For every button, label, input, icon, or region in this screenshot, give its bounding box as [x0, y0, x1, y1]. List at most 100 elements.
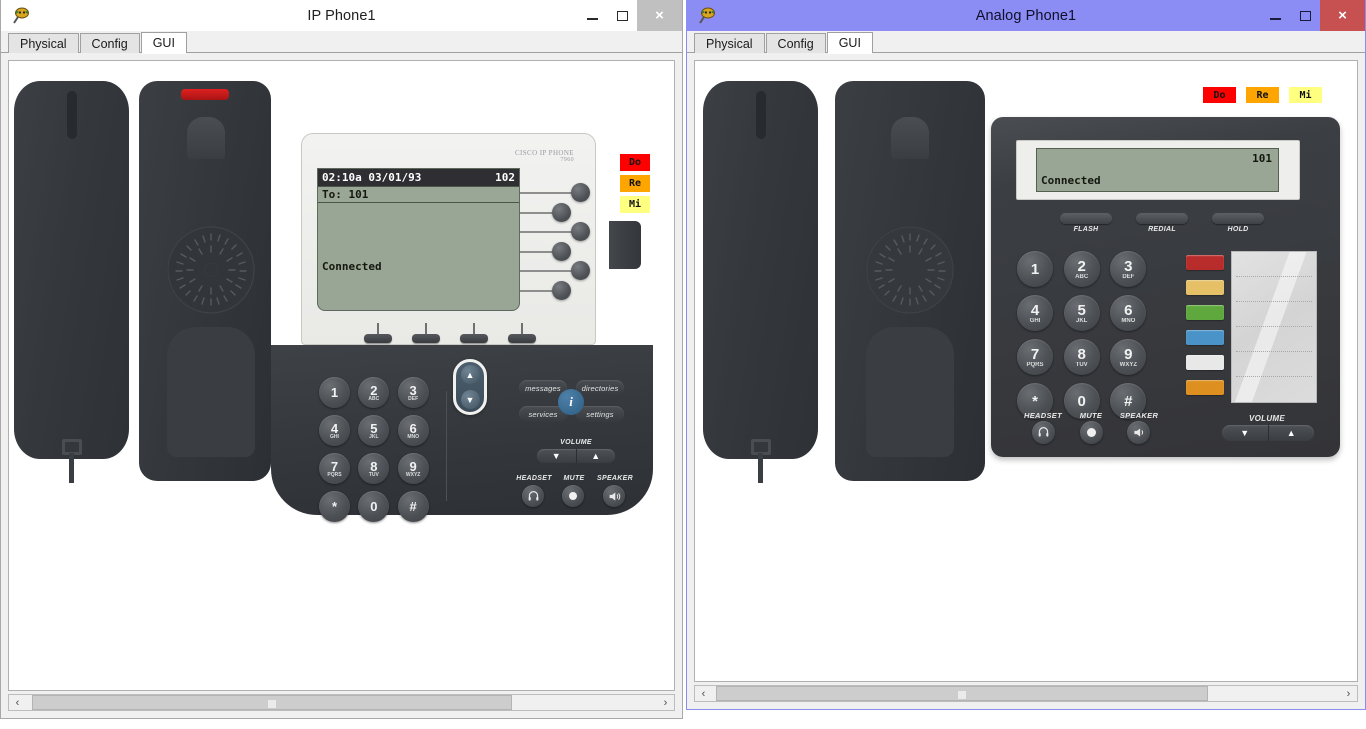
window-ip-phone1[interactable]: IP Phone1 × Physical Config GUI CISCO IP… — [0, 0, 683, 719]
ip-hook-switch[interactable] — [187, 117, 225, 159]
analog-volume-down-icon[interactable]: ▼ — [1222, 425, 1268, 441]
analog-tone-mi[interactable]: Mi — [1289, 87, 1322, 103]
analog-hold-button[interactable] — [1212, 213, 1264, 224]
ip-handset[interactable] — [14, 81, 129, 459]
analog-mute-button[interactable] — [1080, 421, 1103, 444]
ip-key-3[interactable]: 3 DEF — [397, 377, 429, 408]
analog-horizontal-scrollbar[interactable]: ‹ › — [694, 685, 1358, 702]
ip-key-1[interactable]: 1 — [319, 377, 350, 408]
analog-speaker-button[interactable] — [1127, 421, 1150, 444]
analog-speed-dial-4[interactable] — [1186, 330, 1224, 345]
ip-scroll-thumb[interactable] — [32, 695, 512, 710]
ip-key-star[interactable]: * — [319, 491, 350, 522]
ip-navigation-rocker[interactable]: ▲ ▼ — [453, 359, 487, 415]
ip-line-button-2[interactable] — [552, 203, 571, 222]
nav-down-icon[interactable]: ▼ — [460, 390, 480, 409]
tab-physical[interactable]: Physical — [8, 33, 79, 53]
ip-line-button-4[interactable] — [552, 242, 571, 261]
minimize-button[interactable] — [577, 0, 607, 31]
tab-gui[interactable]: GUI — [140, 32, 187, 54]
analog-speed-dial-2[interactable] — [1186, 280, 1224, 295]
analog-speed-dial-6[interactable] — [1186, 380, 1224, 395]
window-analog-phone1[interactable]: Analog Phone1 × Physical Config GUI Do R… — [686, 0, 1366, 710]
ip-softkey-1[interactable] — [364, 334, 392, 343]
scroll-left-icon[interactable]: ‹ — [695, 686, 712, 701]
analog-key-7[interactable]: 7 PQRS — [1017, 339, 1053, 375]
scroll-right-icon[interactable]: › — [657, 695, 674, 710]
ip-scroll-track[interactable] — [26, 695, 657, 710]
analog-phone-canvas[interactable]: Do Re Mi 101 Connected FLASH REDIAL HOLD — [694, 60, 1358, 682]
analog-key-9[interactable]: 9 WXYZ — [1110, 339, 1147, 375]
ip-line-button-5[interactable] — [571, 261, 590, 280]
analog-key-6[interactable]: 6 MNO — [1110, 295, 1147, 331]
analog-scroll-track[interactable] — [712, 686, 1340, 701]
analog-key-5[interactable]: 5 JKL — [1063, 295, 1100, 331]
ip-key-6[interactable]: 6 MNO — [397, 415, 429, 446]
ip-speaker-button[interactable] — [603, 485, 625, 507]
analog-keypad[interactable]: 1 2 ABC 3 DEF 4 GHI 5 JKL 6 MNO 7 PQRS 8… — [1017, 251, 1147, 419]
ip-lcd-screen[interactable]: 02:10a 03/01/93 102 To: 101 Connected — [317, 168, 520, 311]
scroll-left-icon[interactable]: ‹ — [9, 695, 26, 710]
ip-headset-button[interactable] — [522, 485, 544, 507]
analog-speed-dial-3[interactable] — [1186, 305, 1224, 320]
close-button[interactable]: × — [637, 0, 682, 31]
analog-flash-button[interactable] — [1060, 213, 1112, 224]
ip-info-button[interactable]: i — [558, 389, 584, 415]
nav-up-icon[interactable]: ▲ — [460, 365, 480, 384]
ip-volume-down-icon[interactable]: ▼ — [537, 449, 576, 463]
window-controls[interactable]: × — [577, 0, 682, 31]
analog-key-8[interactable]: 8 TUV — [1063, 339, 1100, 375]
ip-line-button-6[interactable] — [552, 281, 571, 300]
tab-gui[interactable]: GUI — [826, 32, 873, 54]
ip-tone-re[interactable]: Re — [620, 175, 650, 192]
tab-physical[interactable]: Physical — [694, 33, 765, 53]
titlebar-analog-phone1[interactable]: Analog Phone1 × — [687, 0, 1365, 31]
analog-headset-button[interactable] — [1032, 421, 1055, 444]
analog-volume-up-icon[interactable]: ▲ — [1269, 425, 1315, 441]
ip-key-7[interactable]: 7 PQRS — [319, 453, 350, 484]
analog-key-2[interactable]: 2 ABC — [1063, 251, 1100, 287]
ip-key-4[interactable]: 4 GHI — [319, 415, 350, 446]
analog-speed-dial-5[interactable] — [1186, 355, 1224, 370]
ip-tone-do[interactable]: Do — [620, 154, 650, 171]
tab-config[interactable]: Config — [765, 33, 826, 53]
analog-tone-re[interactable]: Re — [1246, 87, 1279, 103]
ip-settings-button[interactable]: settings — [576, 406, 624, 422]
ip-key-5[interactable]: 5 JKL — [358, 415, 390, 446]
ip-phone-canvas[interactable]: CISCO IP PHONE 7960 02:10a 03/01/93 102 … — [8, 60, 675, 691]
tab-bar-analog-phone1[interactable]: Physical Config GUI — [687, 31, 1365, 54]
maximize-button[interactable] — [607, 0, 637, 31]
ip-key-9[interactable]: 9 WXYZ — [397, 453, 429, 484]
analog-key-1[interactable]: 1 — [1017, 251, 1053, 287]
scroll-right-icon[interactable]: › — [1340, 686, 1357, 701]
ip-key-8[interactable]: 8 TUV — [358, 453, 390, 484]
analog-speed-dial-1[interactable] — [1186, 255, 1224, 270]
ip-tone-buttons[interactable]: Do Re Mi — [620, 154, 650, 213]
analog-volume-control[interactable]: ▼ ▲ — [1222, 425, 1314, 441]
analog-lcd-screen[interactable]: 101 Connected — [1036, 148, 1279, 192]
analog-redial-button[interactable] — [1136, 213, 1188, 224]
analog-key-4[interactable]: 4 GHI — [1017, 295, 1053, 331]
analog-key-3[interactable]: 3 DEF — [1110, 251, 1147, 287]
minimize-button[interactable] — [1260, 0, 1290, 31]
ip-key-hash[interactable]: # — [397, 491, 429, 522]
ip-softkey-3[interactable] — [460, 334, 488, 343]
ip-mute-button[interactable] — [562, 485, 584, 507]
ip-keypad[interactable]: 1 2 ABC 3 DEF 4 GHI 5 JKL 6 MNO 7 PQRS 8… — [319, 377, 429, 522]
window-controls[interactable]: × — [1260, 0, 1365, 31]
ip-key-0[interactable]: 0 — [358, 491, 390, 522]
analog-tone-do[interactable]: Do — [1203, 87, 1236, 103]
analog-tone-buttons[interactable]: Do Re Mi — [1203, 87, 1322, 103]
analog-handset[interactable] — [703, 81, 818, 459]
ip-softkey-4[interactable] — [508, 334, 536, 343]
analog-hook-switch[interactable] — [891, 117, 929, 159]
ip-volume-up-icon[interactable]: ▲ — [577, 449, 616, 463]
ip-directories-button[interactable]: directories — [576, 380, 624, 396]
ip-tone-mi[interactable]: Mi — [620, 196, 650, 213]
ip-volume-control[interactable]: ▼ ▲ — [537, 449, 615, 463]
ip-line-button-1[interactable] — [571, 183, 590, 202]
tab-config[interactable]: Config — [79, 33, 140, 53]
close-button[interactable]: × — [1320, 0, 1365, 31]
ip-horizontal-scrollbar[interactable]: ‹ › — [8, 694, 675, 711]
ip-key-2[interactable]: 2 ABC — [358, 377, 390, 408]
